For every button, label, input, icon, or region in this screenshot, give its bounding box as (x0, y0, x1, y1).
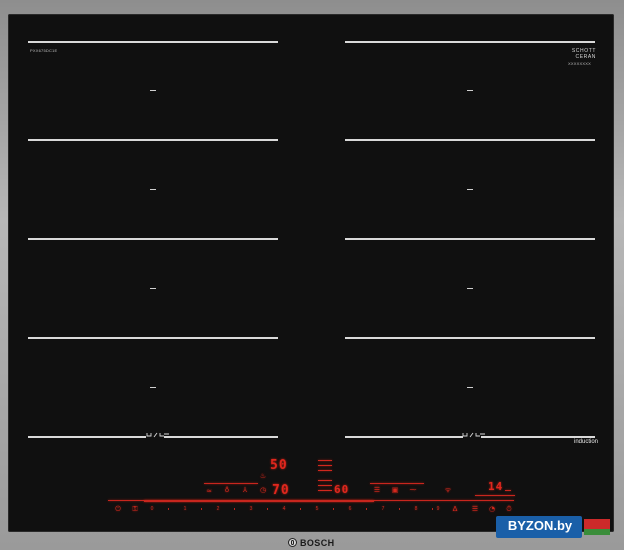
schott-line-2: CERAN (575, 54, 596, 60)
slider-level-6[interactable]: 6 (346, 506, 354, 512)
left-zone-line-1 (28, 41, 278, 43)
zone-center-mark (150, 90, 156, 91)
timer-mode-icon[interactable]: ☰ (470, 505, 480, 513)
left-zone-line-4 (28, 337, 278, 339)
slider-level-4[interactable]: 4 (280, 506, 288, 512)
right-zone-line-4 (345, 337, 595, 339)
slider-level-1[interactable]: 1 (181, 506, 189, 512)
flex-zone-icon (462, 432, 485, 438)
slider-step-dot (267, 508, 268, 510)
right-zone-line-2 (345, 139, 595, 141)
left-zone-line-5b (164, 436, 278, 438)
right-zone-line-1 (345, 41, 595, 43)
bosch-wordmark: BOSCH (300, 537, 335, 548)
bosch-brand: BOSCH (288, 537, 335, 548)
zone-center-mark (467, 387, 473, 388)
slider-step-dot (300, 508, 301, 510)
glass-ceramic-surface (8, 14, 614, 532)
zone-center-mark (150, 288, 156, 289)
timer-display: 14 (488, 480, 504, 493)
flex-mode-icon[interactable]: ⁓ (408, 486, 418, 494)
schott-small-print: XXXXXXXX (568, 61, 591, 66)
slider-step-dot (168, 508, 169, 510)
slider-level-8[interactable]: 8 (412, 506, 420, 512)
zone-center-mark (467, 90, 473, 91)
slider-step-dot (333, 508, 334, 510)
timer-icon[interactable]: ◷ (258, 486, 268, 494)
slider-level-2[interactable]: 2 (214, 506, 222, 512)
top-indicator-line (475, 495, 515, 496)
slider-level-9[interactable]: 9 (434, 506, 442, 512)
level-bars-icon (318, 480, 332, 495)
slider-level-5[interactable]: 5 (313, 506, 321, 512)
stopwatch-icon[interactable]: ⏱ (504, 505, 514, 513)
keep-warm-icon[interactable]: ▣ (390, 486, 400, 494)
flex-zone-icon (146, 432, 169, 438)
right-zone-line-5a (345, 436, 463, 438)
slider-level-0[interactable]: 0 (148, 506, 156, 512)
slider-step-dot (234, 508, 235, 510)
watermark: BYZON.by (474, 516, 624, 550)
power-level-main-display: 70 (272, 483, 290, 498)
timer-underline (505, 490, 511, 491)
slider-step-dot (432, 508, 433, 510)
top-indicator-line (204, 483, 258, 484)
induction-label: induction (574, 439, 599, 445)
left-zone-line-3 (28, 238, 278, 240)
power-level-second-display: 60 (334, 483, 350, 496)
slider-level-3[interactable]: 3 (247, 506, 255, 512)
left-zone-line-5a (28, 436, 146, 438)
zone-center-mark (467, 189, 473, 190)
slider-track-bold (144, 500, 374, 502)
slider-level-7[interactable]: 7 (379, 506, 387, 512)
move-function-icon[interactable]: ⅄ (240, 486, 250, 494)
wifi-icon[interactable]: ᯤ (443, 486, 453, 494)
frying-sensor-icon[interactable]: ♁ (222, 486, 232, 494)
top-indicator-line (370, 483, 424, 484)
slider-step-dot (399, 508, 400, 510)
watermark-text: BYZON.by (507, 518, 573, 533)
boost-icon[interactable]: ᐃ (450, 505, 460, 513)
model-small-print: PXX675DC1E (30, 48, 58, 53)
bosch-logo-icon (288, 538, 297, 547)
zone-center-mark (467, 288, 473, 289)
program-icon[interactable]: ☰ (372, 486, 382, 494)
power-level-top-display: 50 (270, 458, 288, 473)
zone-center-mark (150, 387, 156, 388)
flag-icon (584, 519, 610, 535)
right-zone-line-5b (481, 436, 595, 438)
slider-step-dot (366, 508, 367, 510)
level-bars-icon (318, 460, 332, 475)
fast-preheat-icon[interactable]: ≈ (204, 487, 214, 495)
right-zone-line-3 (345, 238, 595, 240)
hood-link-icon[interactable]: ♨ (258, 472, 268, 480)
slider-step-dot (201, 508, 202, 510)
zone-center-mark (150, 189, 156, 190)
child-lock-icon[interactable]: ⚿ (130, 505, 140, 513)
left-zone-line-2 (28, 139, 278, 141)
power-icon[interactable]: ⏻ (113, 505, 123, 513)
schott-ceran-logo: SCHOTT CERAN (556, 48, 596, 60)
clock-icon[interactable]: ◔ (487, 505, 497, 513)
